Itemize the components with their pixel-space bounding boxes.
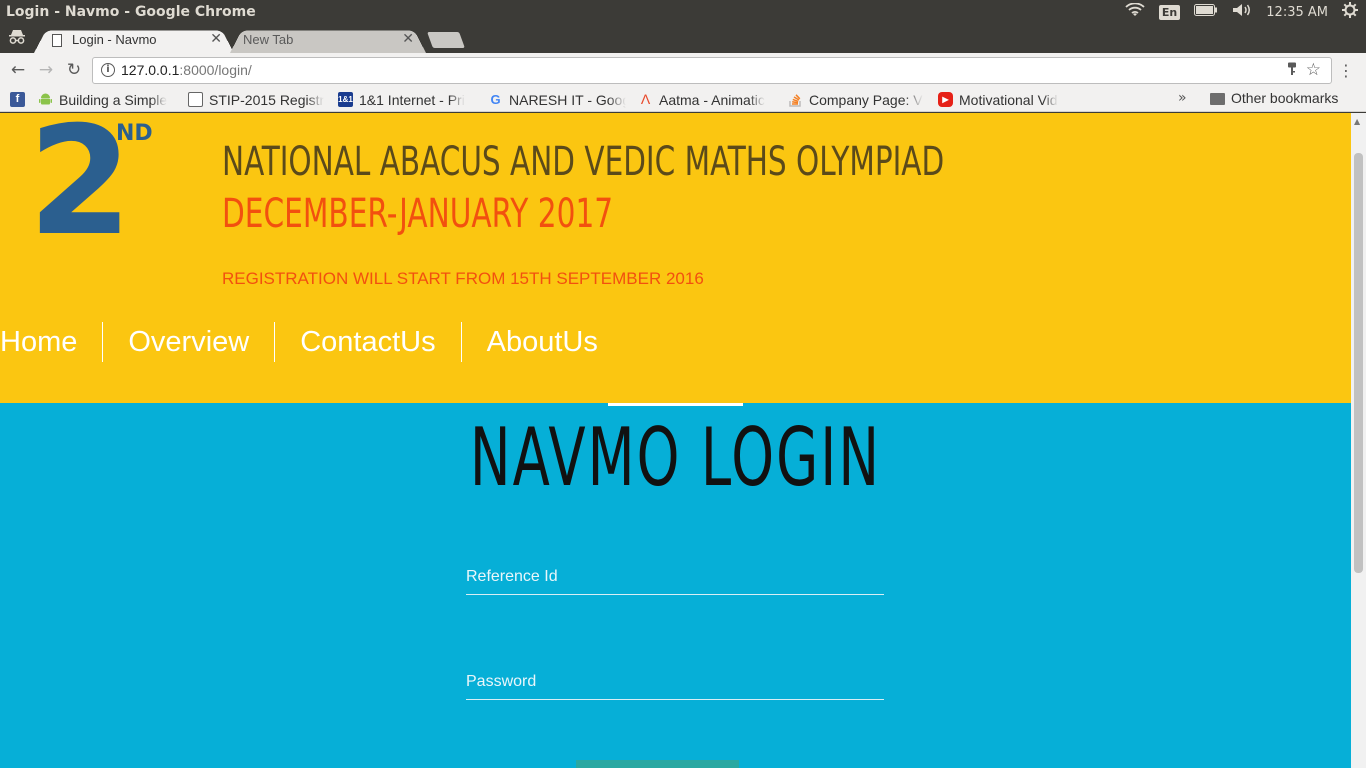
tab-title: Login - Navmo <box>72 32 157 47</box>
system-tray: En 12:35 AM <box>1125 2 1358 22</box>
registration-notice: REGISTRATION WILL START FROM 15TH SEPTEM… <box>222 269 704 288</box>
nav-aboutus[interactable]: AboutUs <box>460 322 623 362</box>
reference-id-input[interactable] <box>466 559 884 594</box>
password-field <box>466 664 884 700</box>
bookmark-label: 1&1 Internet - Pri <box>359 91 465 108</box>
nav-home[interactable]: Home <box>0 322 102 362</box>
bookmark-label: NARESH IT - Goog <box>509 91 626 108</box>
bookmark-naresh-it[interactable]: G NARESH IT - Goog <box>488 90 626 109</box>
nav-contactus[interactable]: ContactUs <box>274 322 460 362</box>
browser-toolbar: ← → ↻ i 127.0.0.1:8000/login/ ☆ ⋮ <box>0 53 1366 87</box>
bookmark-label: Building a Simple <box>59 91 168 108</box>
facebook-icon: f <box>10 92 25 107</box>
page-headline: NATIONAL ABACUS AND VEDIC MATHS OLYMPIAD <box>222 139 945 185</box>
reference-id-field <box>466 559 884 595</box>
other-bookmarks-folder[interactable]: Other bookmarks <box>1210 90 1338 106</box>
event-dates: DECEMBER-JANUARY 2017 <box>222 191 614 237</box>
bookmark-label: Motivational Vid <box>959 91 1058 108</box>
login-section: NAVMO LOGIN <box>0 403 1351 768</box>
scrollbar-thumb[interactable] <box>1354 153 1363 573</box>
bookmark-label: Company Page: V <box>809 91 923 108</box>
login-submit-button[interactable] <box>576 760 739 768</box>
bookmark-aatma-animatic[interactable]: Λ Aatma - Animatic <box>638 90 776 109</box>
logo-number: 2 <box>28 113 132 269</box>
tab-strip: Login - Navmo ✕ New Tab ✕ <box>0 24 1366 53</box>
folder-icon <box>1210 93 1225 105</box>
bookmark-stip-2015[interactable]: STIP-2015 Registr <box>188 90 325 109</box>
edition-logo: 2 ND <box>28 113 168 257</box>
main-nav: Home Overview ContactUs AboutUs <box>0 321 623 363</box>
header-banner: 2 ND NATIONAL ABACUS AND VEDIC MATHS OLY… <box>0 113 1351 403</box>
page-scrollbar[interactable]: ▲ <box>1351 113 1366 768</box>
bookmarks-bar: f Building a Simple STIP-2015 Registr 1&… <box>0 87 1366 112</box>
active-tab-indicator <box>608 403 743 406</box>
bookmark-1and1-internet[interactable]: 1&1 1&1 Internet - Pri <box>338 90 475 109</box>
window-title: Login - Navmo - Google Chrome <box>6 4 256 20</box>
google-icon: G <box>490 92 501 107</box>
bookmark-label: STIP-2015 Registr <box>209 91 325 108</box>
bookmark-company-page[interactable]: Company Page: V <box>788 90 926 109</box>
document-icon <box>188 92 203 107</box>
clock[interactable]: 12:35 AM <box>1266 5 1328 20</box>
wifi-icon[interactable] <box>1125 2 1145 21</box>
bookmark-star-icon[interactable]: ☆ <box>1306 60 1321 80</box>
nav-overview[interactable]: Overview <box>102 322 274 362</box>
tab-new-tab[interactable]: New Tab ✕ <box>230 27 426 53</box>
more-bookmarks-chevron-icon[interactable]: » <box>1178 90 1187 106</box>
stackoverflow-icon <box>788 92 803 107</box>
login-title: NAVMO LOGIN <box>469 411 882 504</box>
close-tab-icon[interactable]: ✕ <box>402 31 414 47</box>
address-bar[interactable]: i 127.0.0.1:8000/login/ ☆ <box>92 57 1332 84</box>
os-title-bar: Login - Navmo - Google Chrome En 12:35 A… <box>0 0 1366 24</box>
bookmark-building-a-simple[interactable]: Building a Simple <box>38 90 176 109</box>
scroll-up-arrow-icon[interactable]: ▲ <box>1354 117 1360 126</box>
bookmark-label: Aatma - Animatic <box>659 91 765 108</box>
url-text[interactable]: 127.0.0.1:8000/login/ <box>121 62 252 78</box>
bookmark-motivational-vid[interactable]: ▶ Motivational Vid <box>938 90 1074 109</box>
volume-icon[interactable] <box>1232 3 1252 21</box>
other-bookmarks-label: Other bookmarks <box>1231 90 1339 106</box>
bookmark-facebook[interactable]: f <box>10 90 26 109</box>
menu-dots-icon[interactable]: ⋮ <box>1338 61 1354 80</box>
settings-gear-icon[interactable] <box>1342 2 1358 22</box>
incognito-icon <box>8 29 26 47</box>
keyboard-language[interactable]: En <box>1158 4 1181 20</box>
battery-icon[interactable] <box>1194 4 1218 20</box>
tab-title: New Tab <box>243 32 294 47</box>
android-icon <box>38 92 53 107</box>
ionos-icon: 1&1 <box>338 92 353 107</box>
new-tab-button[interactable] <box>427 32 465 48</box>
logo-suffix: ND <box>116 121 153 146</box>
aatma-icon: Λ <box>640 91 651 107</box>
close-tab-icon[interactable]: ✕ <box>210 31 222 47</box>
page-icon <box>52 34 62 47</box>
forward-arrow-icon[interactable]: → <box>36 60 56 80</box>
page-viewport: 2 ND NATIONAL ABACUS AND VEDIC MATHS OLY… <box>0 113 1351 768</box>
key-icon[interactable] <box>1287 62 1297 80</box>
tab-login-navmo[interactable]: Login - Navmo ✕ <box>34 27 234 53</box>
password-input[interactable] <box>466 664 884 699</box>
reload-icon[interactable]: ↻ <box>64 60 84 80</box>
info-icon[interactable]: i <box>101 63 115 77</box>
youtube-icon: ▶ <box>938 92 953 107</box>
back-arrow-icon[interactable]: ← <box>8 60 28 80</box>
